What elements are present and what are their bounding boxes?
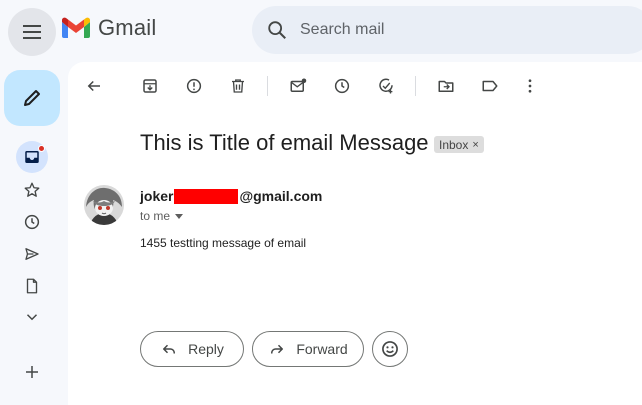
label-icon (482, 80, 498, 92)
reply-icon (163, 344, 176, 354)
delete-icon (232, 79, 244, 93)
sidebar-item-inbox[interactable] (16, 141, 48, 173)
add-task-button[interactable] (374, 74, 398, 98)
app-name: Gmail (98, 15, 157, 40)
add-task-icon (379, 78, 393, 94)
gmail-m-icon (62, 17, 90, 38)
sidebar-item-starred[interactable] (16, 174, 48, 206)
report-spam-icon (186, 78, 202, 94)
star-icon (24, 182, 40, 197)
inbox-label-chip[interactable]: Inbox × (434, 136, 484, 153)
archive-icon (143, 79, 157, 93)
back-arrow-icon (87, 80, 100, 92)
label-button[interactable] (478, 74, 502, 98)
main-menu-button[interactable] (8, 8, 56, 56)
email-subject: This is Title of email Message (140, 130, 429, 155)
toolbar-divider (415, 76, 416, 96)
to-line: to me (140, 209, 171, 223)
back-button[interactable] (82, 74, 106, 98)
unread-dot (38, 145, 45, 152)
create-label-button[interactable] (16, 356, 48, 388)
sender-address[interactable]: joker @gmail.com (140, 188, 322, 204)
snooze-button[interactable] (330, 74, 354, 98)
label-text: Inbox (439, 137, 469, 152)
move-to-icon (438, 80, 454, 92)
redaction-bar (174, 188, 239, 204)
sender-suffix: @gmail.com (239, 188, 323, 204)
mark-unread-icon (290, 78, 307, 92)
avatar-image (84, 185, 124, 225)
sidebar-item-sent[interactable] (16, 238, 48, 270)
pencil-icon (24, 90, 40, 106)
chevron-down-icon (26, 314, 38, 321)
email-body: 1455 testting message of email (140, 236, 307, 250)
sidebar-item-drafts[interactable] (16, 270, 48, 302)
report-spam-button[interactable] (182, 74, 206, 98)
sender-prefix: joker (140, 188, 174, 204)
emoji-reaction-button[interactable] (372, 331, 408, 367)
sidebar-item-snoozed[interactable] (16, 206, 48, 238)
snooze-icon (334, 78, 350, 94)
reply-label: Reply (188, 341, 224, 357)
search-icon[interactable] (266, 19, 288, 41)
more-vert-icon (528, 79, 532, 93)
more-options-button[interactable] (518, 74, 542, 98)
message-pane: This is Title of email Message Inbox × j… (68, 62, 642, 405)
delete-button[interactable] (226, 74, 250, 98)
sidebar-more-button[interactable] (16, 301, 48, 333)
forward-button[interactable]: Forward (252, 331, 364, 367)
forward-label: Forward (296, 341, 348, 357)
reply-button[interactable]: Reply (140, 331, 244, 367)
menu-icon (23, 25, 41, 39)
toolbar-divider (267, 76, 268, 96)
remove-label-button[interactable]: × (472, 139, 478, 151)
search-input[interactable] (300, 21, 600, 39)
search-bar[interactable] (252, 6, 642, 54)
clock-icon (24, 214, 40, 230)
sender-avatar[interactable] (84, 185, 124, 225)
plus-icon (26, 366, 38, 378)
archive-button[interactable] (138, 74, 162, 98)
mark-unread-button[interactable] (286, 74, 310, 98)
compose-button[interactable] (4, 70, 60, 126)
draft-icon (26, 278, 38, 294)
smiley-icon (382, 341, 398, 357)
caret-down-icon (175, 214, 184, 219)
recipient-details[interactable]: to me (140, 209, 184, 223)
gmail-logo[interactable]: Gmail (60, 15, 156, 41)
send-icon (25, 248, 39, 260)
move-to-button[interactable] (434, 74, 458, 98)
forward-icon (271, 344, 284, 354)
